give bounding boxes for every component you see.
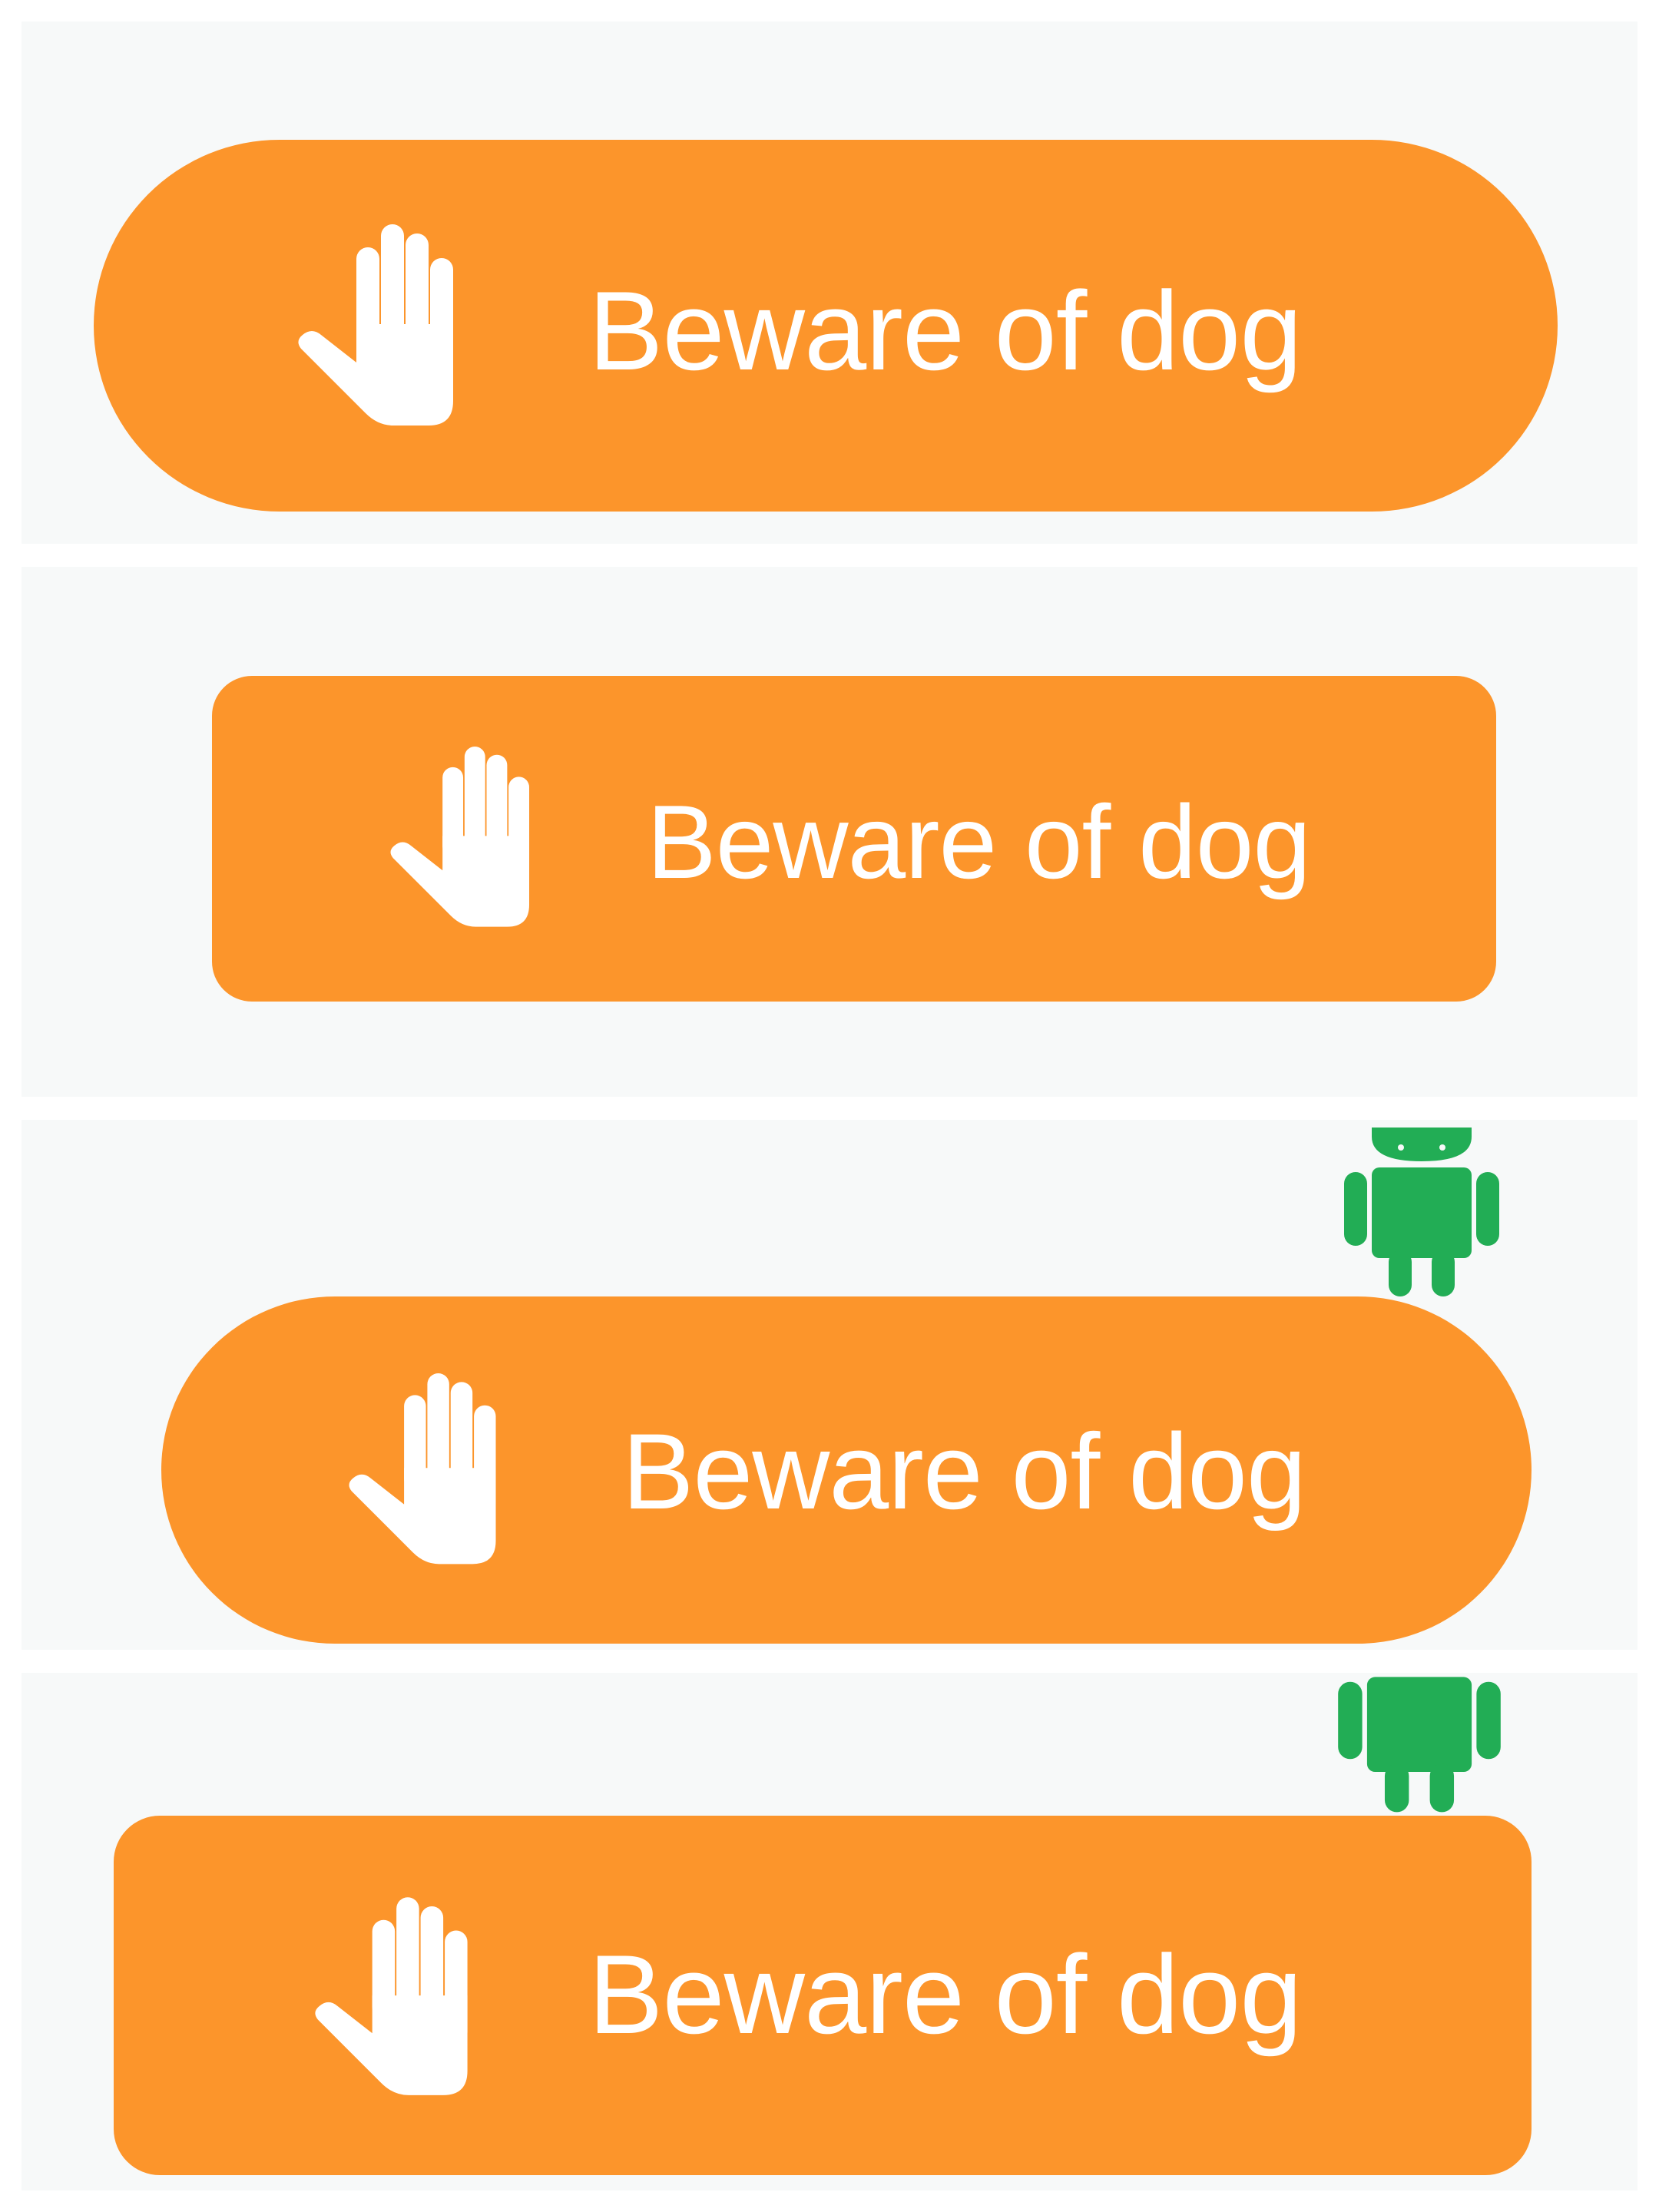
button-label: Beware of dog [588, 268, 1303, 393]
button-panel-3: Beware of dog [22, 1120, 1637, 1650]
button-label: Beware of dog [588, 1932, 1303, 2057]
raised-hand-icon [312, 1897, 493, 2100]
beware-of-dog-button-rounded[interactable]: Beware of dog [212, 676, 1496, 1002]
button-panel-4: Beware of dog [22, 1673, 1637, 2190]
button-panel-1: Beware of dog [22, 22, 1637, 544]
android-robot-icon [1341, 1120, 1502, 1298]
button-panel-2: Beware of dog [22, 567, 1637, 1097]
android-robot-icon [1335, 1673, 1504, 1814]
beware-of-dog-button-pill[interactable]: Beware of dog [94, 140, 1558, 512]
button-label: Beware of dog [647, 783, 1311, 900]
raised-hand-icon [387, 747, 553, 931]
button-label: Beware of dog [622, 1411, 1306, 1532]
beware-of-dog-button-pill-badged[interactable]: Beware of dog [161, 1296, 1532, 1644]
raised-hand-icon [295, 224, 479, 430]
raised-hand-icon [346, 1373, 521, 1568]
beware-of-dog-button-rounded-badged[interactable]: Beware of dog [114, 1816, 1532, 2175]
